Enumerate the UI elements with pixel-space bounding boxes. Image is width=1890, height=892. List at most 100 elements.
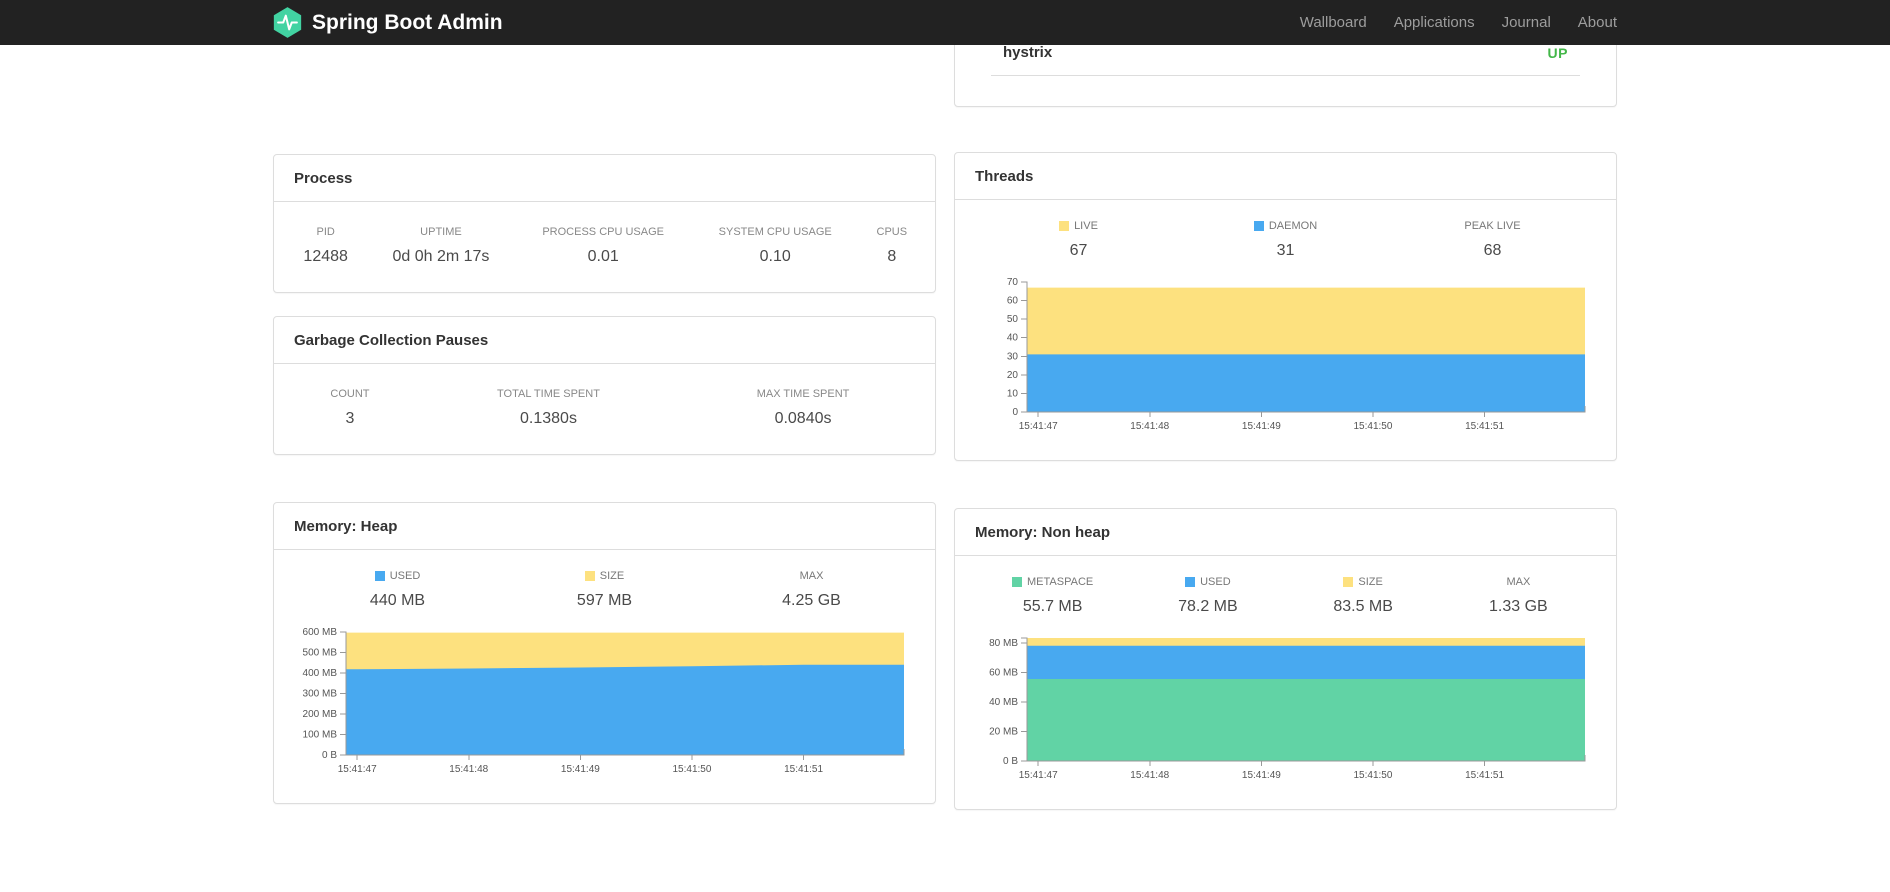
memory-nonheap-card-title: Memory: Non heap: [955, 509, 1616, 556]
svg-text:40 MB: 40 MB: [989, 697, 1018, 708]
svg-text:15:41:47: 15:41:47: [1019, 421, 1058, 432]
metric-label: MAX TIME SPENT: [756, 388, 850, 400]
legend-label: MAX: [799, 570, 824, 582]
svg-text:30: 30: [1007, 351, 1019, 362]
svg-text:500 MB: 500 MB: [303, 648, 338, 659]
svg-text:15:41:47: 15:41:47: [1019, 770, 1058, 781]
legend-swatch-icon: [1253, 221, 1264, 231]
svg-text:15:41:48: 15:41:48: [1130, 421, 1169, 432]
legend-item: SIZE 597 MB: [501, 570, 708, 610]
nav-links: Wallboard Applications Journal About: [1300, 14, 1617, 31]
legend-label: USED: [1130, 576, 1285, 588]
svg-text:15:41:49: 15:41:49: [1242, 421, 1281, 432]
metric-value: 0.1380s: [520, 410, 577, 427]
legend-item: METASPACE 55.7 MB: [975, 576, 1130, 616]
legend-swatch-icon: [374, 571, 385, 581]
svg-text:40: 40: [1007, 333, 1019, 344]
svg-text:0: 0: [1012, 407, 1018, 418]
threads-chart: 0 10 20 30 40 50 60 70 15:41:47 15:41:48 15:41:49 1…: [975, 276, 1596, 438]
nav-item-applications[interactable]: Applications: [1394, 14, 1475, 31]
svg-text:600 MB: 600 MB: [303, 627, 338, 638]
svg-text:0 B: 0 B: [322, 750, 337, 761]
svg-text:100 MB: 100 MB: [303, 730, 338, 741]
metric-value: 12488: [303, 248, 348, 265]
metrics-table: COUNT TOTAL TIME SPENT MAX TIME SPENT 3 0.13…: [284, 388, 925, 428]
svg-text:200 MB: 200 MB: [303, 709, 338, 720]
memory-heap-card-title: Memory: Heap: [274, 503, 935, 550]
brand-link[interactable]: Spring Boot Admin: [273, 6, 503, 39]
threads-card-title: Threads: [955, 153, 1616, 200]
svg-text:60 MB: 60 MB: [989, 668, 1018, 679]
metric-label: PROCESS CPU USAGE: [542, 226, 664, 238]
legend-label: PEAK LIVE: [1464, 220, 1521, 232]
application-row[interactable]: hystrix UP: [991, 44, 1580, 76]
legend-label: METASPACE: [975, 576, 1130, 588]
legend-item: LIVE 67: [975, 220, 1182, 260]
svg-text:15:41:50: 15:41:50: [672, 764, 711, 775]
legend-item: USED 78.2 MB: [1130, 576, 1285, 616]
spring-boot-admin-logo-icon: [273, 6, 302, 39]
process-card-title: Process: [274, 155, 935, 202]
metric-value: 0.10: [759, 248, 791, 265]
legend-label: MAX: [1506, 576, 1531, 588]
legend-item: PEAK LIVE 68: [1389, 220, 1596, 260]
svg-text:15:41:51: 15:41:51: [1465, 421, 1504, 432]
legend-item: SIZE 83.5 MB: [1286, 576, 1441, 616]
metric-value: 0.01: [587, 248, 619, 265]
application-status-badge: UP: [1547, 44, 1568, 61]
legend-label: SIZE: [1286, 576, 1441, 588]
right-column: hystrix UP Threads LIVE 67 DAEMON 31 PEAK LI…: [954, 25, 1617, 810]
memory-nonheap-card: Memory: Non heap METASPACE 55.7 MB USED 78.…: [954, 508, 1617, 810]
gc-pauses-card: Garbage Collection Pauses COUNT TOTAL TIM…: [273, 316, 936, 455]
metric-label: PID: [316, 226, 335, 238]
metric-value: 8: [887, 248, 897, 265]
metric-label: UPTIME: [420, 226, 462, 238]
svg-text:15:41:51: 15:41:51: [784, 764, 823, 775]
memory-heap-card: Memory: Heap USED 440 MB SIZE 597 MB MAX 4.25…: [273, 502, 936, 804]
legend-value: 67: [1069, 242, 1088, 259]
legend-label: DAEMON: [1182, 220, 1389, 232]
nav-item-about[interactable]: About: [1578, 14, 1617, 31]
legend-value: 4.25 GB: [782, 592, 841, 609]
svg-text:300 MB: 300 MB: [303, 689, 338, 700]
svg-text:10: 10: [1007, 388, 1019, 399]
legend-value: 78.2 MB: [1178, 598, 1238, 615]
left-column: Process PID UPTIME PROCESS CPU USAGE SYSTEM…: [273, 45, 936, 804]
svg-text:15:41:47: 15:41:47: [338, 764, 377, 775]
legend-label: USED: [294, 570, 501, 582]
metric-value: 3: [345, 410, 355, 427]
application-card-spacer: [955, 76, 1616, 106]
process-card: Process PID UPTIME PROCESS CPU USAGE SYSTEM…: [273, 154, 936, 293]
gc-metrics: COUNT TOTAL TIME SPENT MAX TIME SPENT 3 0.13…: [274, 364, 935, 454]
svg-text:15:41:50: 15:41:50: [1353, 770, 1392, 781]
legend-label: LIVE: [975, 220, 1182, 232]
application-name[interactable]: hystrix: [1003, 44, 1052, 61]
svg-text:400 MB: 400 MB: [303, 668, 338, 679]
svg-text:80 MB: 80 MB: [989, 638, 1018, 649]
process-metrics: PID UPTIME PROCESS CPU USAGE SYSTEM CPU USA…: [274, 202, 935, 292]
metric-value: 0d 0h 2m 17s: [392, 248, 490, 265]
legend-item: DAEMON 31: [1182, 220, 1389, 260]
legend-swatch-icon: [1343, 577, 1354, 587]
metric-label: SYSTEM CPU USAGE: [718, 226, 832, 238]
threads-legend: LIVE 67 DAEMON 31 PEAK LIVE 68: [975, 220, 1596, 260]
legend-item: MAX 1.33 GB: [1441, 576, 1596, 616]
metric-label: CPUS: [876, 226, 908, 238]
svg-text:15:41:49: 15:41:49: [1242, 770, 1281, 781]
legend-swatch-icon: [1012, 577, 1023, 587]
brand-title: Spring Boot Admin: [312, 10, 503, 34]
svg-text:0 B: 0 B: [1003, 756, 1018, 767]
memory-nonheap-chart: 0 B 20 MB 40 MB 60 MB 80 MB 15:41:47 15:41:48 1…: [975, 632, 1596, 787]
navbar: Spring Boot Admin Wallboard Applications J…: [0, 0, 1890, 45]
legend-value: 55.7 MB: [1022, 598, 1083, 615]
svg-text:50: 50: [1007, 314, 1019, 325]
svg-text:70: 70: [1007, 277, 1019, 288]
nav-item-journal[interactable]: Journal: [1502, 14, 1551, 31]
legend-value: 31: [1276, 242, 1295, 259]
nav-item-wallboard[interactable]: Wallboard: [1300, 14, 1367, 31]
svg-text:15:41:48: 15:41:48: [1130, 770, 1169, 781]
svg-text:15:41:49: 15:41:49: [561, 764, 600, 775]
threads-card: Threads LIVE 67 DAEMON 31 PEAK LIVE 68 0 10 20 3…: [954, 152, 1617, 461]
gc-card-title: Garbage Collection Pauses: [274, 317, 935, 364]
legend-swatch-icon: [584, 571, 595, 581]
